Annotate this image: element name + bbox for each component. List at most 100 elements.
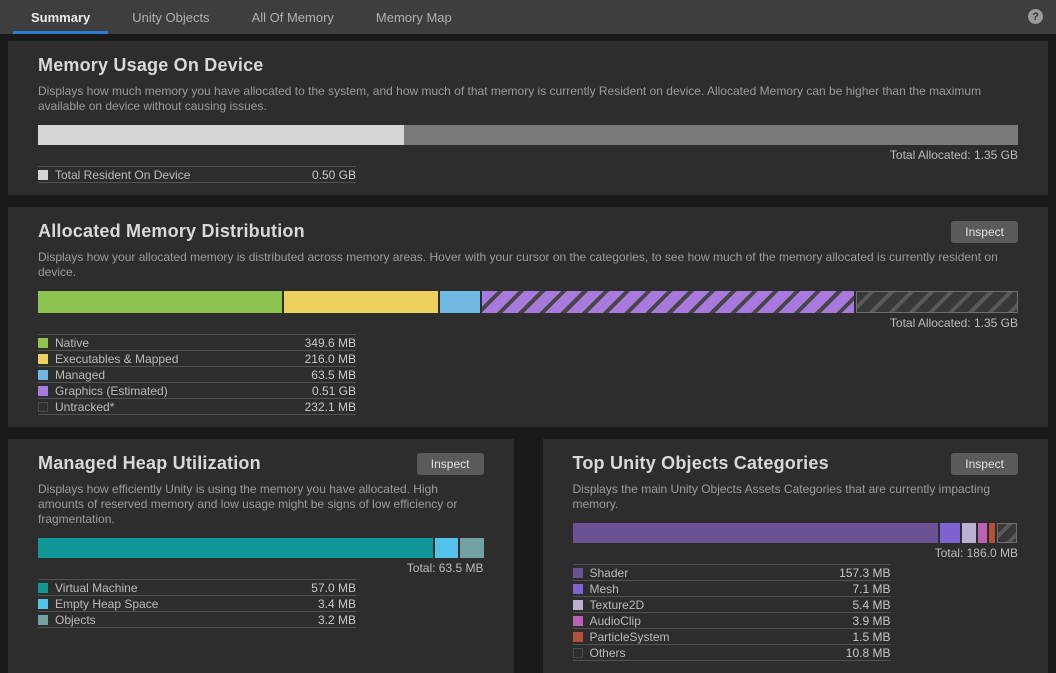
bar-segment-native[interactable]	[38, 291, 282, 313]
tab-memory-map[interactable]: Memory Map	[355, 0, 473, 34]
legend-swatch	[38, 583, 48, 593]
legend-value: 5.4 MB	[852, 598, 890, 612]
legend-label: Native	[55, 336, 89, 350]
legend-label: Objects	[55, 613, 96, 627]
legend-label: Total Resident On Device	[55, 168, 190, 182]
bar-segment-texture2d[interactable]	[962, 523, 976, 543]
bar-segment-particlesystem[interactable]	[989, 523, 995, 543]
tab-bar: Summary Unity Objects All Of Memory Memo…	[0, 0, 1056, 34]
tab-summary[interactable]: Summary	[10, 0, 111, 34]
legend-swatch	[573, 584, 583, 594]
bar-segment-audioclip[interactable]	[978, 523, 988, 543]
bar-segment-allocated-not-resident[interactable]	[404, 125, 1018, 145]
bar-segment-others[interactable]	[997, 523, 1017, 543]
legend-label: Executables & Mapped	[55, 352, 178, 366]
top-unity-objects-bar	[573, 523, 1019, 543]
total-label: Total: 186.0 MB	[573, 546, 1019, 560]
section-title: Memory Usage On Device	[38, 55, 264, 76]
legend-label: AudioClip	[590, 614, 641, 628]
tab-unity-objects[interactable]: Unity Objects	[111, 0, 230, 34]
bar-segment-shader[interactable]	[573, 523, 938, 543]
legend-swatch	[573, 616, 583, 626]
legend-row-virtual-machine: Virtual Machine 57.0 MB	[38, 580, 356, 596]
legend-swatch	[38, 599, 48, 609]
total-label: Total: 63.5 MB	[38, 561, 484, 575]
section-description: Displays how much memory you have alloca…	[38, 84, 1018, 114]
legend-value: 3.4 MB	[318, 597, 356, 611]
inspect-button[interactable]: Inspect	[951, 453, 1018, 475]
allocated-distribution-bar	[38, 291, 1018, 313]
section-title: Top Unity Objects Categories	[573, 453, 829, 474]
legend-swatch	[38, 615, 48, 625]
bar-segment-total-resident-on-device[interactable]	[38, 125, 404, 145]
legend-swatch	[573, 648, 583, 658]
total-allocated-label: Total Allocated: 1.35 GB	[38, 316, 1018, 330]
legend-swatch	[38, 170, 48, 180]
legend-value: 216.0 MB	[305, 352, 356, 366]
legend-row-texture2d: Texture2D 5.4 MB	[573, 597, 891, 613]
legend-table: Native 349.6 MB Executables & Mapped 216.0 …	[38, 334, 356, 415]
inspect-button[interactable]: Inspect	[951, 221, 1018, 243]
legend-label: Virtual Machine	[55, 581, 138, 595]
legend-table: Virtual Machine 57.0 MB Empty Heap Space 3.…	[38, 579, 356, 628]
summary-content: Memory Usage On Device Displays how much…	[0, 34, 1056, 673]
section-memory-usage: Memory Usage On Device Displays how much…	[8, 41, 1048, 195]
legend-row-others: Others10.8 MB	[573, 645, 891, 661]
legend-swatch	[38, 338, 48, 348]
legend-row-audioclip: AudioClip 3.9 MB	[573, 613, 891, 629]
legend-row-mesh: Mesh 7.1 MB	[573, 581, 891, 597]
legend-row-graphics-estimated: Graphics (Estimated)0.51 GB	[38, 383, 356, 399]
legend-value: 63.5 MB	[311, 368, 356, 382]
legend-label: Untracked*	[55, 400, 114, 414]
help-icon[interactable]: ?	[1028, 9, 1043, 24]
section-description: Displays the main Unity Objects Assets C…	[573, 482, 1019, 512]
bar-segment-managed[interactable]	[440, 291, 480, 313]
bar-segment-untracked[interactable]	[856, 291, 1018, 313]
tab-all-of-memory[interactable]: All Of Memory	[231, 0, 355, 34]
legend-row-objects: Objects 3.2 MB	[38, 612, 356, 628]
section-title: Managed Heap Utilization	[38, 453, 261, 474]
legend-value: 232.1 MB	[305, 400, 356, 414]
legend-value: 157.3 MB	[839, 566, 890, 580]
legend-row-executables-mapped: Executables & Mapped 216.0 MB	[38, 351, 356, 367]
legend-value: 0.50 GB	[312, 168, 356, 182]
legend-row-total-resident-on-device: Total Resident On Device 0.50 GB	[38, 167, 356, 183]
legend-value: 349.6 MB	[305, 336, 356, 350]
legend-swatch	[573, 632, 583, 642]
legend-value: 7.1 MB	[852, 582, 890, 596]
bar-segment-empty-heap-space[interactable]	[435, 538, 458, 558]
legend-swatch	[573, 568, 583, 578]
section-description: Displays how efficiently Unity is using …	[38, 482, 484, 527]
legend-label: Managed	[55, 368, 105, 382]
section-top-unity-objects: Top Unity Objects Categories Inspect Dis…	[543, 439, 1049, 673]
section-title: Allocated Memory Distribution	[38, 221, 305, 242]
inspect-button[interactable]: Inspect	[417, 453, 484, 475]
legend-row-managed: Managed 63.5 MB	[38, 367, 356, 383]
legend-table: Total Resident On Device 0.50 GB	[38, 166, 356, 183]
section-allocated-distribution: Allocated Memory Distribution Inspect Di…	[8, 207, 1048, 427]
legend-value: 57.0 MB	[311, 581, 356, 595]
managed-heap-bar	[38, 538, 484, 558]
bar-segment-executables-mapped[interactable]	[284, 291, 437, 313]
legend-row-untracked: Untracked* 232.1 MB	[38, 399, 356, 415]
bar-segment-mesh[interactable]	[940, 523, 960, 543]
legend-value: 1.5 MB	[852, 630, 890, 644]
bar-segment-graphics-estimated[interactable]	[482, 291, 854, 313]
legend-label: Mesh	[590, 582, 619, 596]
legend-swatch	[38, 370, 48, 380]
section-description: Displays how your allocated memory is di…	[38, 250, 1018, 280]
legend-value: 3.9 MB	[852, 614, 890, 628]
legend-label: Shader	[590, 566, 629, 580]
legend-swatch	[38, 354, 48, 364]
bar-segment-virtual-machine[interactable]	[38, 538, 433, 558]
legend-label: Empty Heap Space	[55, 597, 158, 611]
legend-label: Texture2D	[590, 598, 645, 612]
section-managed-heap: Managed Heap Utilization Inspect Display…	[8, 439, 514, 673]
legend-label: ParticleSystem	[590, 630, 670, 644]
legend-row-particlesystem: ParticleSystem 1.5 MB	[573, 629, 891, 645]
bar-segment-objects[interactable]	[460, 538, 483, 558]
legend-swatch	[38, 402, 48, 412]
legend-row-native: Native 349.6 MB	[38, 335, 356, 351]
legend-table: Shader157.3 MBMesh7.1 MBTexture2D5.4 MBA…	[573, 564, 891, 661]
legend-value: 3.2 MB	[318, 613, 356, 627]
